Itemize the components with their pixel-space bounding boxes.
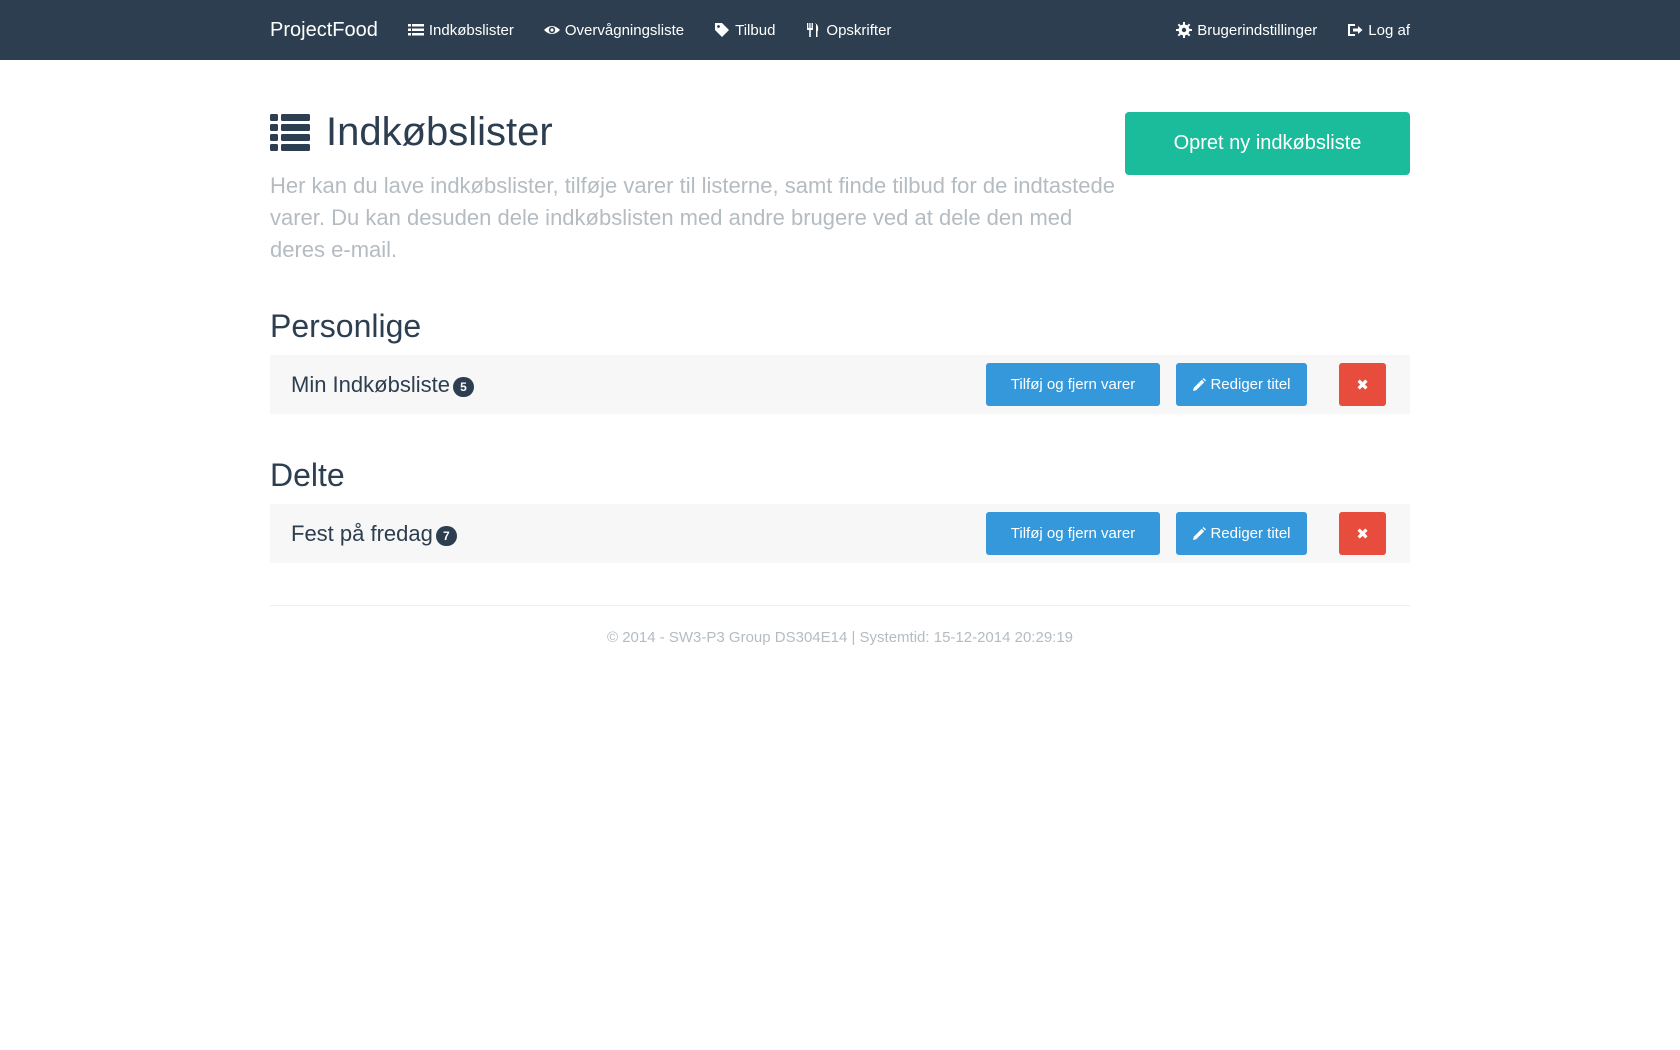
navbar-inner: ProjectFood Indkøbslister Overvågningsli… [270,0,1410,60]
main-container: Indkøbslister Her kan du lave indkøbslis… [270,60,1410,646]
nav-item-label: Log af [1368,21,1410,39]
page-title-text: Indkøbslister [326,110,553,154]
cutlery-icon [807,23,819,37]
nav-item-brugerindstillinger[interactable]: Brugerindstillinger [1176,22,1317,39]
pencil-icon [1193,377,1207,391]
list-item: Fest på fredag 7 Tilføj og fjern varer R… [270,504,1410,563]
list-name: Fest på fredag [291,520,433,546]
section-title-personlige: Personlige [270,308,422,344]
edit-title-button[interactable]: Rediger titel [1176,512,1307,555]
close-icon: ✖ [1356,525,1369,543]
close-icon: ✖ [1356,376,1369,394]
edit-title-label: Rediger titel [1210,525,1291,542]
add-remove-items-button[interactable]: Tilføj og fjern varer [986,363,1160,406]
row-actions: Tilføj og fjern varer Rediger titel ✖ [986,363,1386,406]
pencil-icon [1193,526,1207,540]
nav-links: Indkøbslister Overvågningsliste Tilbud O… [407,21,891,39]
item-count-badge: 7 [435,525,457,546]
nav-item-label: Overvågningsliste [564,21,685,39]
item-count-badge: 5 [452,376,474,397]
row-actions: Tilføj og fjern varer Rediger titel ✖ [986,512,1386,555]
nav-item-tilbud[interactable]: Tilbud [714,22,775,39]
nav-item-indkobslister[interactable]: Indkøbslister [407,21,514,39]
nav-item-overvagningsliste[interactable]: Overvågningsliste [543,21,685,39]
logout-icon [1348,24,1363,36]
page-header: Indkøbslister Her kan du lave indkøbslis… [270,60,1410,275]
nav-item-label: Brugerindstillinger [1197,21,1318,39]
section-title-delte: Delte [270,457,345,493]
footer-divider [270,605,1410,606]
nav-item-opskrifter[interactable]: Opskrifter [805,22,891,39]
edit-title-label: Rediger titel [1210,376,1291,393]
create-list-button[interactable]: Opret ny indkøbsliste [1125,112,1410,175]
page-description: Her kan du lave indkøbslister, tilføje v… [270,173,1115,262]
nav-item-label: Opskrifter [826,21,892,39]
list-name-link[interactable]: Fest på fredag 7 [291,521,457,547]
delete-list-button[interactable]: ✖ [1339,363,1386,406]
page-title: Indkøbslister [270,112,553,152]
nav-right: Brugerindstillinger Log af [1176,22,1410,39]
nav-item-log-af[interactable]: Log af [1347,22,1410,39]
list-icon [270,114,310,151]
list-item: Min Indkøbsliste 5 Tilføj og fjern varer… [270,355,1410,414]
list-name: Min Indkøbsliste [291,371,450,397]
delete-list-button[interactable]: ✖ [1339,512,1386,555]
tags-icon [715,23,730,37]
list-icon [407,24,424,36]
footer-text: © 2014 - SW3-P3 Group DS304E14 | Systemt… [606,629,1074,646]
navbar: ProjectFood Indkøbslister Overvågningsli… [0,0,1680,60]
gear-icon [1176,22,1193,38]
brand-link[interactable]: ProjectFood [270,19,378,42]
nav-item-label: Indkøbslister [428,21,514,39]
edit-title-button[interactable]: Rediger titel [1176,363,1307,406]
add-remove-items-button[interactable]: Tilføj og fjern varer [986,512,1160,555]
list-name-link[interactable]: Min Indkøbsliste 5 [291,372,474,398]
eye-icon [543,26,560,34]
nav-item-label: Tilbud [735,21,776,39]
